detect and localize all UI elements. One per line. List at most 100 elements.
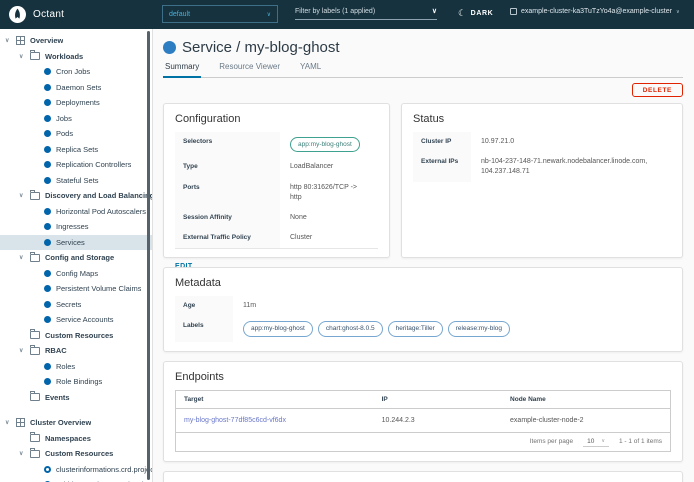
- selector-tag[interactable]: app:my-blog-ghost: [290, 137, 360, 152]
- delete-button[interactable]: DELETE: [632, 83, 683, 97]
- sidebar-item-stateful-sets[interactable]: Stateful Sets: [0, 173, 152, 189]
- resource-icon: [44, 208, 51, 215]
- table-header-row: Target IP Node Name: [176, 391, 670, 409]
- moon-icon: ☾: [458, 8, 467, 19]
- label-tag[interactable]: heritage:Tiller: [388, 321, 443, 336]
- folder-icon: [30, 331, 40, 339]
- theme-toggle[interactable]: ☾ DARK: [458, 8, 493, 19]
- chevron-down-icon: ∨: [601, 438, 605, 444]
- config-row-ports: Ports http 80:31626/TCP -> http: [175, 178, 378, 208]
- caret-down-icon[interactable]: ∨: [5, 419, 16, 426]
- sidebar-item-clusterinformations[interactable]: clusterinformations.crd.projec: [0, 462, 152, 478]
- row-key: Labels: [175, 316, 233, 341]
- sidebar-item-rbac[interactable]: ∨ RBAC: [0, 343, 152, 359]
- resource-icon: [44, 301, 51, 308]
- sidebar-item-deployments[interactable]: Deployments: [0, 95, 152, 111]
- sidebar-item-cluster-custom-resources[interactable]: ∨ Custom Resources: [0, 446, 152, 462]
- label-filter-text: Filter by labels (1 applied): [295, 8, 375, 15]
- sidebar-item-custom-resources[interactable]: Custom Resources: [0, 328, 152, 344]
- sidebar-item-secrets[interactable]: Secrets: [0, 297, 152, 313]
- sidebar-item-workloads[interactable]: ∨ Workloads: [0, 49, 152, 65]
- sidebar-item-service-accounts[interactable]: Service Accounts: [0, 312, 152, 328]
- sidebar-item-events[interactable]: Events: [0, 390, 152, 406]
- folder-icon: [30, 434, 40, 442]
- table-row: my-blog-ghost-77df85c6cd-vf6dx 10.244.2.…: [176, 409, 670, 433]
- caret-down-icon[interactable]: ∨: [19, 347, 30, 354]
- sidebar-scrollbar[interactable]: [147, 31, 150, 480]
- sidebar-item-ingresses[interactable]: Ingresses: [0, 219, 152, 235]
- sidebar-item-discovery-and-load-balancing[interactable]: ∨ Discovery and Load Balancing: [0, 188, 152, 204]
- resource-icon: [44, 363, 51, 370]
- row-key: External IPs: [413, 152, 471, 182]
- card-title: Endpoints: [175, 371, 671, 383]
- endpoint-target-link[interactable]: my-blog-ghost-77df85c6cd-vf6dx: [184, 417, 286, 424]
- tab-bar: Summary Resource Viewer YAML: [163, 62, 683, 78]
- label-filter-input[interactable]: Filter by labels (1 applied) ∨: [295, 7, 437, 20]
- row-key: Type: [175, 157, 280, 177]
- row-value: Cluster: [280, 228, 322, 248]
- sidebar-item-config-maps[interactable]: Config Maps: [0, 266, 152, 282]
- sidebar-item-services[interactable]: Services: [0, 235, 152, 251]
- config-row-session-affinity: Session Affinity None: [175, 208, 378, 228]
- sidebar-item-pods[interactable]: Pods: [0, 126, 152, 142]
- sidebar-item-persistent-volume-claims[interactable]: Persistent Volume Claims: [0, 281, 152, 297]
- label-tag[interactable]: app:my-blog-ghost: [243, 321, 313, 336]
- namespace-select[interactable]: default ∨: [162, 5, 278, 23]
- label-tag[interactable]: chart:ghost-8.0.5: [318, 321, 383, 336]
- tab-yaml[interactable]: YAML: [298, 62, 323, 77]
- sidebar-item-replication-controllers[interactable]: Replication Controllers: [0, 157, 152, 173]
- service-icon: [163, 41, 176, 54]
- caret-down-icon[interactable]: ∨: [5, 37, 16, 44]
- row-value: http 80:31626/TCP -> http: [280, 178, 378, 208]
- sidebar-item-label: Cron Jobs: [56, 67, 90, 76]
- resource-icon: [44, 99, 51, 106]
- caret-down-icon[interactable]: ∨: [19, 53, 30, 60]
- sidebar-item-label: Jobs: [56, 114, 72, 123]
- apps-icon: [16, 418, 25, 427]
- kube-context-selector[interactable]: example-cluster-ka3TuTzYo4a@example-clus…: [510, 8, 680, 15]
- sidebar-item-label: Custom Resources: [45, 449, 113, 458]
- resource-icon: [44, 270, 51, 277]
- sidebar-item-label: Replica Sets: [56, 145, 98, 154]
- resource-icon: [44, 177, 51, 184]
- sidebar-item-config-and-storage[interactable]: ∨ Config and Storage: [0, 250, 152, 266]
- metadata-row-labels: Labels app:my-blog-ghost chart:ghost-8.0…: [175, 316, 671, 341]
- resource-icon: [44, 68, 51, 75]
- items-per-page-select[interactable]: 10 ∨: [583, 437, 609, 447]
- caret-down-icon[interactable]: ∨: [19, 192, 30, 199]
- sidebar-item-replica-sets[interactable]: Replica Sets: [0, 142, 152, 158]
- caret-down-icon[interactable]: ∨: [19, 450, 30, 457]
- sidebar-item-csidrivers[interactable]: csidrivers.csi.storage.k8s.io: [0, 477, 152, 482]
- column-header-target: Target: [176, 391, 374, 408]
- sidebar-item-cron-jobs[interactable]: Cron Jobs: [0, 64, 152, 80]
- octant-logo-icon: [9, 6, 26, 23]
- row-key: Cluster IP: [413, 132, 471, 152]
- row-value: LoadBalancer: [280, 157, 343, 177]
- sidebar-item-role-bindings[interactable]: Role Bindings: [0, 374, 152, 390]
- main-content: Service / my-blog-ghost Summary Resource…: [153, 29, 694, 482]
- sidebar-item-label: Role Bindings: [56, 377, 102, 386]
- config-row-type: Type LoadBalancer: [175, 157, 378, 177]
- status-row-external-ips: External IPs nb-104-237-148-71.newark.no…: [413, 152, 671, 182]
- status-table: Cluster IP 10.97.21.0 External IPs nb-10…: [413, 132, 671, 182]
- sidebar-item-roles[interactable]: Roles: [0, 359, 152, 375]
- sidebar-item-namespaces[interactable]: Namespaces: [0, 431, 152, 447]
- sidebar-item-horizontal-pod-autoscalers[interactable]: Horizontal Pod Autoscalers: [0, 204, 152, 220]
- resource-icon: [44, 161, 51, 168]
- sidebar-item-daemon-sets[interactable]: Daemon Sets: [0, 80, 152, 96]
- sidebar-item-cluster-overview[interactable]: ∨ Cluster Overview: [0, 415, 152, 431]
- endpoints-table: Target IP Node Name my-blog-ghost-77df85…: [175, 390, 671, 452]
- label-tag[interactable]: release:my-blog: [448, 321, 510, 336]
- sidebar-item-label: Pods: [56, 129, 73, 138]
- sidebar-item-jobs[interactable]: Jobs: [0, 111, 152, 127]
- sidebar-item-label: Daemon Sets: [56, 83, 101, 92]
- apps-icon: [16, 36, 25, 45]
- tab-summary[interactable]: Summary: [163, 62, 201, 78]
- folder-icon: [30, 393, 40, 401]
- row-value: None: [280, 208, 317, 228]
- sidebar-item-label: Events: [45, 393, 70, 402]
- caret-down-icon[interactable]: ∨: [19, 254, 30, 261]
- tab-resource-viewer[interactable]: Resource Viewer: [217, 62, 282, 77]
- sidebar-item-overview[interactable]: ∨ Overview: [0, 33, 152, 49]
- endpoints-card: Endpoints Target IP Node Name my-blog-gh…: [163, 361, 683, 462]
